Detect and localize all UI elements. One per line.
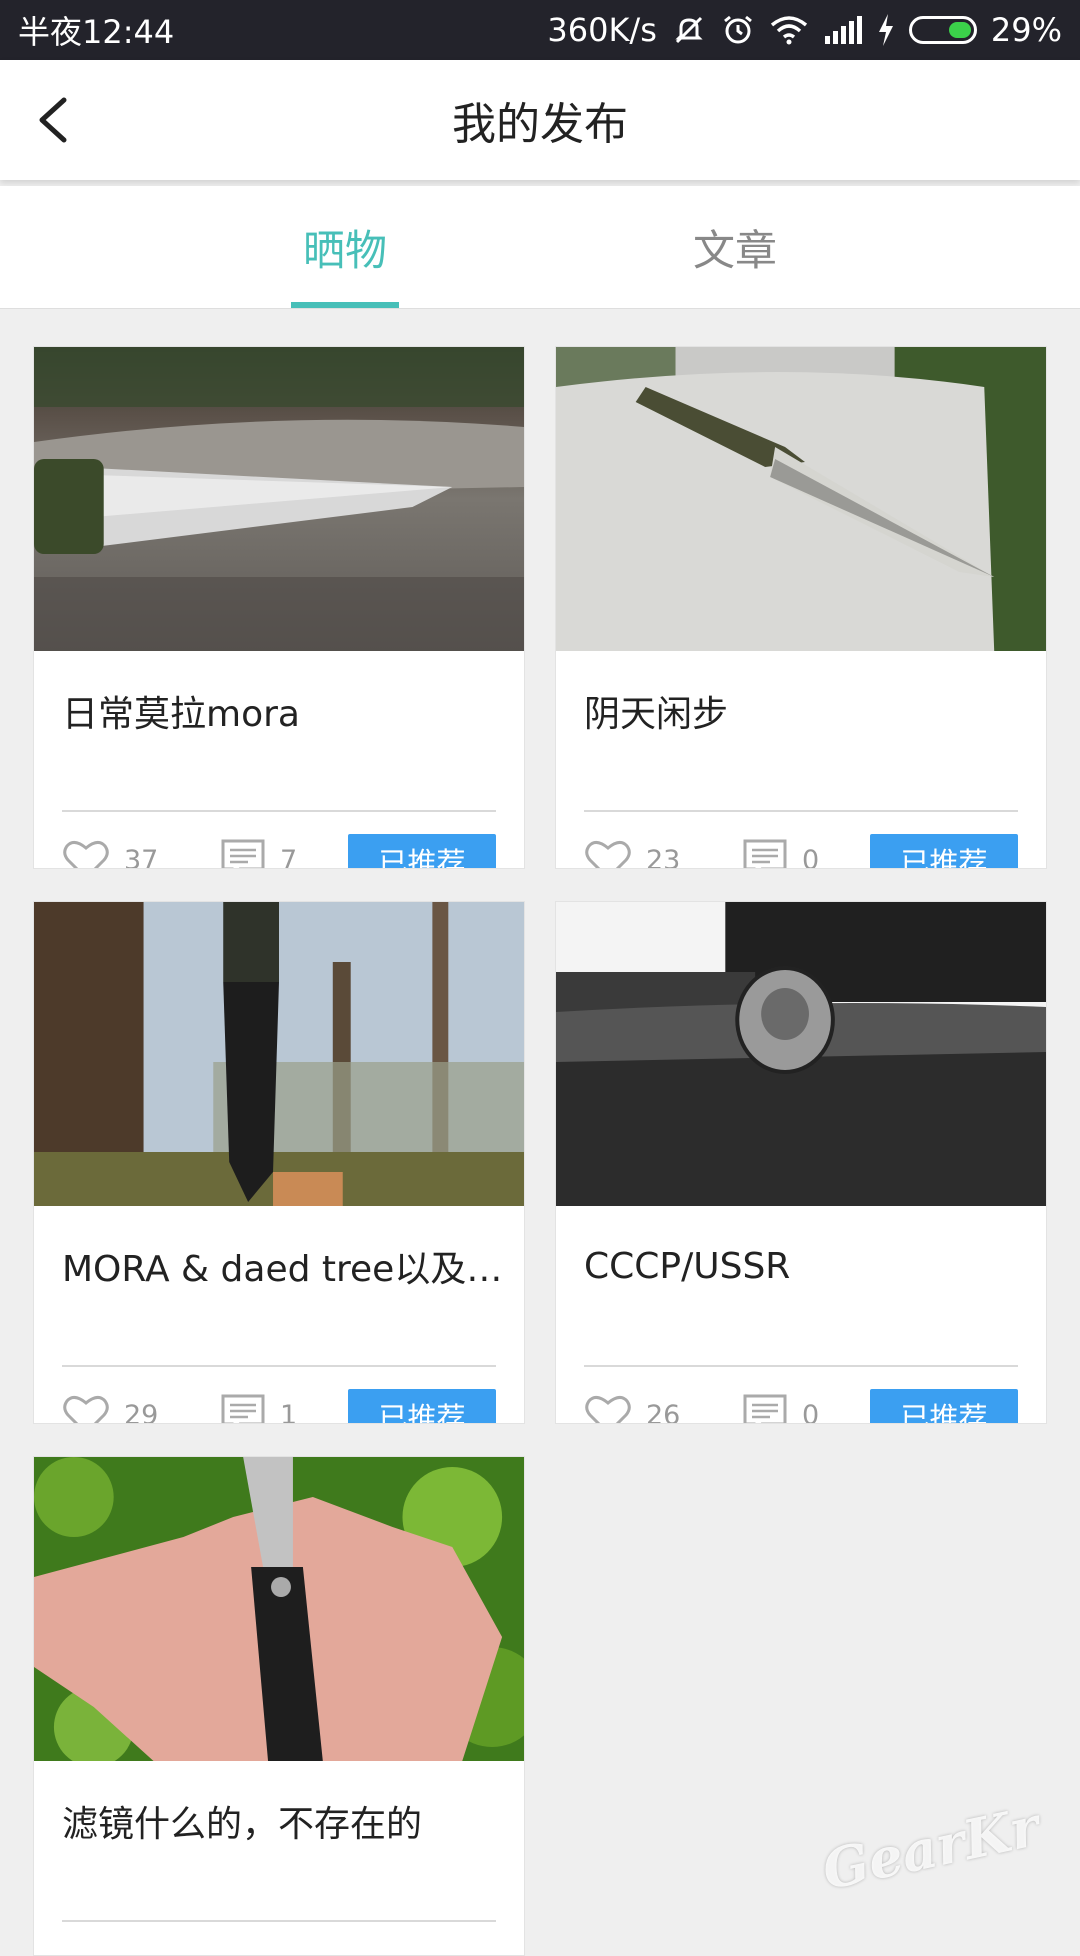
post-title: MORA & daed tree以及… — [62, 1249, 502, 1290]
post-title: 滤镜什么的，不存在的 — [62, 1804, 423, 1845]
charging-icon — [877, 14, 895, 46]
divider — [62, 1365, 496, 1367]
page-title: 我的发布 — [452, 99, 628, 150]
divider — [584, 1365, 1018, 1367]
status-time: 半夜12:44 — [18, 13, 175, 51]
signal-icon — [823, 16, 863, 44]
post-card[interactable]: CCCP/USSR 26 0 已推荐 — [555, 901, 1047, 1424]
battery-icon — [908, 16, 977, 44]
divider — [62, 1920, 496, 1922]
status-bar: 半夜12:44 360K/s 29% — [0, 0, 1080, 60]
comment-count: 0 — [802, 1399, 820, 1424]
chevron-left-icon — [39, 97, 67, 143]
comment-count: 1 — [280, 1399, 298, 1424]
comment-icon — [743, 1394, 787, 1423]
comment-button[interactable]: 0 — [742, 832, 820, 869]
post-image — [34, 902, 524, 1206]
like-count: 26 — [646, 1399, 681, 1424]
post-image — [556, 347, 1046, 651]
battery-percent: 29% — [990, 11, 1062, 49]
recommended-badge[interactable]: 已推荐 — [348, 1389, 496, 1423]
watermark-logo: GearKr — [816, 1793, 1045, 1903]
heart-icon — [585, 1396, 631, 1423]
post-card[interactable]: 日常莫拉mora 37 7 已推荐 — [33, 346, 525, 869]
like-button[interactable]: 23 — [584, 832, 681, 869]
like-button[interactable]: 29 — [62, 1387, 159, 1424]
heart-icon — [63, 841, 109, 868]
recommended-badge[interactable]: 已推荐 — [870, 834, 1018, 868]
comment-count: 0 — [802, 844, 820, 869]
comment-button[interactable]: 1 — [220, 1387, 298, 1424]
divider — [62, 810, 496, 812]
post-card[interactable]: MORA & daed tree以及… 29 1 已推荐 — [33, 901, 525, 1424]
post-stats: 37 7 已推荐 — [62, 832, 496, 869]
post-card[interactable]: 阴天闲步 23 0 已推荐 — [555, 346, 1047, 869]
recommended-badge[interactable]: 已推荐 — [348, 834, 496, 868]
like-count: 29 — [124, 1399, 159, 1424]
comment-button[interactable]: 0 — [742, 1387, 820, 1424]
wifi-icon — [769, 14, 809, 46]
network-speed: 360K/s — [547, 11, 657, 49]
post-image — [34, 1457, 524, 1761]
divider — [584, 810, 1018, 812]
post-stats: 29 1 已推荐 — [62, 1387, 496, 1424]
comment-count: 7 — [280, 844, 298, 869]
like-button[interactable]: 37 — [62, 832, 159, 869]
post-title: 日常莫拉mora — [62, 694, 300, 735]
like-button[interactable]: 26 — [584, 1387, 681, 1424]
mute-icon — [671, 12, 707, 48]
tab-label: 晒物 — [302, 225, 387, 275]
back-button[interactable] — [28, 90, 88, 150]
like-count: 37 — [124, 844, 159, 869]
comment-icon — [743, 839, 787, 868]
top-nav-bar: 我的发布 — [0, 60, 1080, 180]
comment-button[interactable]: 7 — [220, 832, 298, 869]
heart-icon — [63, 1396, 109, 1423]
post-title: 阴天闲步 — [584, 694, 729, 735]
tab-indicator — [291, 302, 399, 308]
alarm-icon — [721, 13, 755, 47]
post-image — [556, 902, 1046, 1206]
tab-shaiwu[interactable]: 晒物 — [245, 186, 445, 308]
post-title: CCCP/USSR — [584, 1245, 791, 1287]
comment-icon — [221, 1394, 265, 1423]
heart-icon — [585, 841, 631, 868]
recommended-badge[interactable]: 已推荐 — [870, 1389, 1018, 1423]
post-card[interactable]: 滤镜什么的，不存在的 — [33, 1456, 525, 1956]
post-image — [34, 347, 524, 651]
status-icons: 360K/s 29% — [547, 11, 1062, 49]
tab-bar: 晒物 文章 — [0, 186, 1080, 309]
post-stats: 23 0 已推荐 — [584, 832, 1018, 869]
like-count: 23 — [646, 844, 681, 869]
comment-icon — [221, 839, 265, 868]
tab-wenzhang[interactable]: 文章 — [635, 186, 835, 308]
post-stats: 26 0 已推荐 — [584, 1387, 1018, 1424]
tab-label: 文章 — [692, 225, 777, 275]
